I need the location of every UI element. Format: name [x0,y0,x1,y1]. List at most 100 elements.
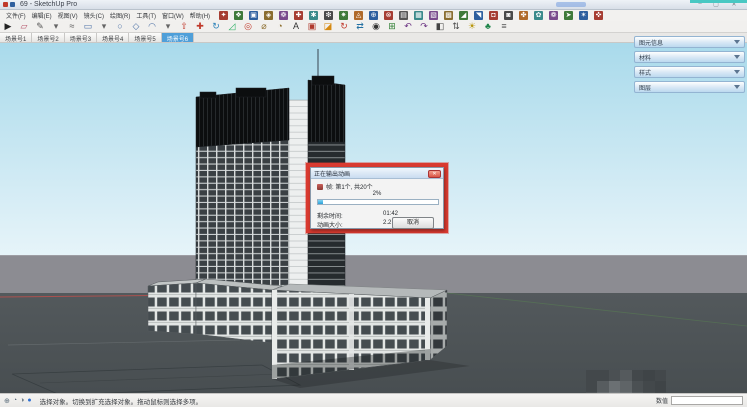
tool-icon[interactable]: ◉ [370,21,382,32]
plugin-icon[interactable]: ✦ [219,11,229,20]
plugin-icon[interactable]: ✚ [294,11,304,20]
plugin-icon[interactable]: ◈ [264,11,274,20]
tool-icon[interactable]: ⊞ [386,21,398,32]
tray-panel-header[interactable]: 图元信息 [634,36,745,48]
tool-icon[interactable]: ⇅ [450,21,462,32]
watermark-block [690,0,747,3]
menu-item[interactable]: 绘图(R) [107,11,133,20]
plugin-icon[interactable]: ❖ [234,11,244,20]
plugin-icon[interactable]: ✤ [519,11,529,20]
tool-icon[interactable]: ↻ [338,21,350,32]
scene-tab[interactable]: 场景号3 [64,33,98,43]
tool-icon[interactable]: ◧ [434,21,446,32]
dialog-close-button[interactable]: ✕ [428,169,441,178]
tool-icon[interactable]: ⌀ [258,21,270,32]
status-icon[interactable]: ⊕ [4,397,10,405]
tool-icon[interactable]: ↶ [402,21,414,32]
scene-tab[interactable]: 场景号1 [0,33,33,43]
menu-item[interactable]: 文件(F) [3,11,29,20]
tool-icon[interactable]: ◔ [274,21,286,32]
tool-icon[interactable]: ↷ [418,21,430,32]
menu-item[interactable]: 编辑(E) [29,11,55,20]
plugin-icon[interactable]: ▧ [429,11,439,20]
measurements-input[interactable] [671,396,743,405]
plugin-icon[interactable]: ◬ [354,11,364,20]
mosaic-cell [586,381,598,392]
tool-icon[interactable]: ≈ [66,21,78,32]
chevron-down-icon [734,55,740,59]
tool-icon[interactable]: ▣ [306,21,318,32]
tool-icon[interactable]: ◎ [242,21,254,32]
plugin-icon[interactable]: ▣ [249,11,259,20]
tool-icon[interactable]: ▾ [98,21,110,32]
menu-item[interactable]: 镜头(C) [81,11,107,20]
tool-icon[interactable]: ◇ [130,21,142,32]
menu-item[interactable]: 帮助(H) [187,11,213,20]
plugin-icon[interactable]: ⊕ [369,11,379,20]
tool-icon[interactable]: ≡ [498,21,510,32]
plugin-icon[interactable]: ◙ [504,11,514,20]
tray-panel-header[interactable]: 图层 [634,81,745,93]
tool-icon[interactable]: ◠ [146,21,158,32]
tool-icon[interactable]: ▭ [82,21,94,32]
status-icon[interactable]: ● [27,397,31,404]
plugin-icon[interactable]: ☸ [279,11,289,20]
plugin-icon[interactable]: ◢ [459,11,469,20]
plugin-icon[interactable]: ➤ [564,11,574,20]
chevron-down-icon [734,85,740,89]
frame-icon [317,183,323,190]
cancel-button[interactable]: 取消 [392,217,434,229]
animation-size-label: 动画大小: [317,223,343,229]
status-icon[interactable]: ◑ [20,397,24,404]
tool-icon[interactable]: ▱ [18,21,30,32]
scene-tab[interactable]: 场景号4 [97,33,130,43]
plugin-icon[interactable]: ◘ [489,11,499,20]
plugin-icon[interactable]: ▤ [399,11,409,20]
plugin-icon[interactable]: ▦ [414,11,424,20]
plugin-icon[interactable]: ✜ [594,11,604,20]
tray-panel-title: 图层 [639,85,652,92]
tool-icon[interactable]: ↻ [210,21,222,32]
plugin-icon[interactable]: ✷ [339,11,349,20]
plugin-icon[interactable]: ⊗ [384,11,394,20]
scene-tab[interactable]: 场景号5 [129,33,162,43]
tool-icon[interactable]: ○ [114,21,126,32]
tool-icon[interactable]: ⇧ [178,21,190,32]
plugin-icon[interactable]: ❁ [549,11,559,20]
plugin-icon[interactable]: ✱ [309,11,319,20]
menu-item[interactable]: 视图(V) [55,11,81,20]
tool-icon[interactable]: ✎ [34,21,46,32]
tool-icon[interactable]: ⇄ [354,21,366,32]
tool-icon[interactable]: ◿ [226,21,238,32]
scene-tab[interactable]: 场景号6 [161,33,195,43]
tool-icon[interactable]: ▾ [50,21,62,32]
tool-icon[interactable]: ♣ [482,21,494,32]
scene-tab[interactable]: 场景号2 [32,33,65,43]
tool-icon[interactable]: ✚ [194,21,206,32]
red-highlight-box: 正在输出动画 ✕ 帧: 第1个, 共20个 2% 剩余时间: 01:42 动画大… [306,163,448,233]
dialog-title: 正在输出动画 [314,171,351,178]
mosaic-watermark [586,370,666,393]
plugin-icon[interactable]: ❇ [324,11,334,20]
progress-fill [318,200,323,204]
menu-item[interactable]: 窗口(W) [159,11,187,20]
plugin-icon[interactable]: ◥ [474,11,484,20]
chevron-down-icon [734,40,740,44]
watermark-smudge [556,2,586,7]
tool-icon[interactable]: A [290,21,302,32]
status-icon[interactable]: ◔ [13,397,17,404]
menu-item[interactable]: 工具(T) [133,11,159,20]
mosaic-cell [620,370,632,381]
tray-panel-header[interactable]: 样式 [634,66,745,78]
tool-icon[interactable]: ▾ [162,21,174,32]
mosaic-cell [631,370,644,381]
tool-icon[interactable]: ☀ [466,21,478,32]
plugin-icon[interactable]: ▩ [444,11,454,20]
chevron-down-icon [734,70,740,74]
tray-panel-header[interactable]: 材料 [634,51,745,63]
plugin-icon[interactable]: ✿ [534,11,544,20]
tool-icon[interactable]: ▶ [2,21,14,32]
plugin-icon[interactable]: ✶ [579,11,589,20]
progress-bar [317,199,439,205]
tool-icon[interactable]: ◪ [322,21,334,32]
